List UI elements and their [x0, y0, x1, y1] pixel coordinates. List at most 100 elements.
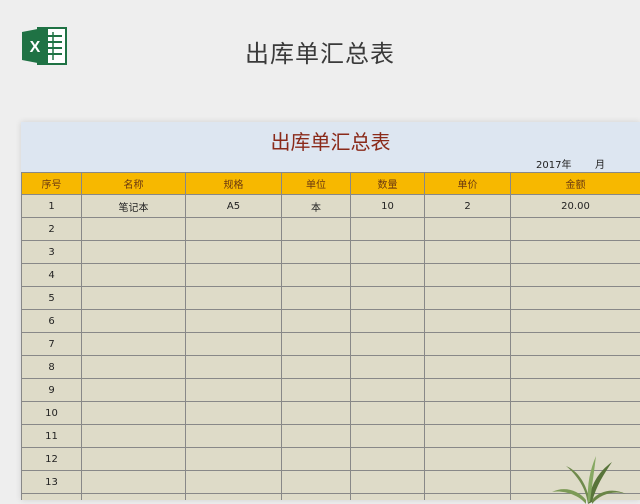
table-cell[interactable]: [351, 264, 425, 287]
table-cell[interactable]: A5: [186, 195, 282, 218]
table-cell[interactable]: [82, 471, 186, 494]
table-cell[interactable]: [351, 402, 425, 425]
table-cell[interactable]: [282, 218, 351, 241]
table-cell[interactable]: [82, 310, 186, 333]
table-cell[interactable]: [425, 379, 511, 402]
table-cell[interactable]: 2: [425, 195, 511, 218]
table-cell[interactable]: [282, 241, 351, 264]
table-cell[interactable]: [186, 494, 282, 501]
column-header[interactable]: 规格: [186, 173, 282, 195]
table-cell[interactable]: [82, 264, 186, 287]
table-cell[interactable]: [282, 494, 351, 501]
table-cell[interactable]: [82, 425, 186, 448]
table-cell[interactable]: [186, 287, 282, 310]
table-cell[interactable]: [186, 425, 282, 448]
table-cell[interactable]: [186, 379, 282, 402]
table-cell[interactable]: [82, 494, 186, 501]
table-cell[interactable]: [82, 356, 186, 379]
table-cell[interactable]: 11: [22, 425, 82, 448]
table-cell[interactable]: [186, 218, 282, 241]
table-cell[interactable]: [82, 379, 186, 402]
table-cell[interactable]: [425, 471, 511, 494]
table-cell[interactable]: [511, 379, 640, 402]
table-cell[interactable]: [351, 218, 425, 241]
table-cell[interactable]: [351, 425, 425, 448]
table-cell[interactable]: [351, 310, 425, 333]
table-cell[interactable]: 9: [22, 379, 82, 402]
column-header[interactable]: 单位: [282, 173, 351, 195]
column-header[interactable]: 名称: [82, 173, 186, 195]
table-cell[interactable]: 3: [22, 241, 82, 264]
table-cell[interactable]: [186, 402, 282, 425]
table-cell[interactable]: 14: [22, 494, 82, 501]
table-cell[interactable]: [425, 356, 511, 379]
table-cell[interactable]: [351, 333, 425, 356]
table-cell[interactable]: [425, 264, 511, 287]
table-cell[interactable]: 12: [22, 448, 82, 471]
table-cell[interactable]: [82, 448, 186, 471]
table-cell[interactable]: [425, 425, 511, 448]
table-cell[interactable]: 6: [22, 310, 82, 333]
table-cell[interactable]: 5: [22, 287, 82, 310]
table-cell[interactable]: [282, 310, 351, 333]
table-cell[interactable]: [82, 287, 186, 310]
table-cell[interactable]: [282, 402, 351, 425]
table-cell[interactable]: [186, 471, 282, 494]
table-cell[interactable]: [511, 241, 640, 264]
table-cell[interactable]: [282, 333, 351, 356]
table-cell[interactable]: 2: [22, 218, 82, 241]
table-cell[interactable]: [82, 402, 186, 425]
table-cell[interactable]: [351, 379, 425, 402]
table-cell[interactable]: [186, 241, 282, 264]
table-cell[interactable]: [282, 471, 351, 494]
table-cell[interactable]: [511, 402, 640, 425]
table-cell[interactable]: 本: [282, 195, 351, 218]
table-cell[interactable]: [511, 310, 640, 333]
table-cell[interactable]: [511, 425, 640, 448]
column-header[interactable]: 金额: [511, 173, 640, 195]
table-cell[interactable]: [425, 402, 511, 425]
table-cell[interactable]: 7: [22, 333, 82, 356]
table-cell[interactable]: 1: [22, 195, 82, 218]
table-cell[interactable]: [186, 356, 282, 379]
table-cell[interactable]: [282, 425, 351, 448]
table-cell[interactable]: [82, 333, 186, 356]
table-cell[interactable]: [82, 218, 186, 241]
table-cell[interactable]: 13: [22, 471, 82, 494]
table-cell[interactable]: [425, 333, 511, 356]
table-cell[interactable]: [351, 287, 425, 310]
table-cell[interactable]: [425, 494, 511, 501]
table-cell[interactable]: [425, 287, 511, 310]
table-cell[interactable]: [82, 241, 186, 264]
column-header[interactable]: 单价: [425, 173, 511, 195]
table-cell[interactable]: 4: [22, 264, 82, 287]
table-cell[interactable]: [351, 356, 425, 379]
table-cell[interactable]: [511, 218, 640, 241]
table-cell[interactable]: [351, 241, 425, 264]
table-cell[interactable]: [425, 218, 511, 241]
column-header[interactable]: 序号: [22, 173, 82, 195]
table-cell[interactable]: [186, 310, 282, 333]
table-cell[interactable]: 笔记本: [82, 195, 186, 218]
table-cell[interactable]: [511, 287, 640, 310]
table-cell[interactable]: [186, 448, 282, 471]
table-cell[interactable]: [186, 333, 282, 356]
table-cell[interactable]: [186, 264, 282, 287]
table-cell[interactable]: [425, 310, 511, 333]
table-cell[interactable]: [282, 287, 351, 310]
table-cell[interactable]: [425, 241, 511, 264]
column-header[interactable]: 数量: [351, 173, 425, 195]
table-cell[interactable]: 20.00: [511, 195, 640, 218]
table-cell[interactable]: [511, 356, 640, 379]
table-cell[interactable]: [511, 333, 640, 356]
table-cell[interactable]: 10: [351, 195, 425, 218]
table-cell[interactable]: [282, 379, 351, 402]
table-cell[interactable]: [282, 264, 351, 287]
table-cell[interactable]: 8: [22, 356, 82, 379]
table-cell[interactable]: [425, 448, 511, 471]
table-cell[interactable]: [351, 494, 425, 501]
table-cell[interactable]: [511, 264, 640, 287]
table-cell[interactable]: [282, 356, 351, 379]
table-cell[interactable]: [282, 448, 351, 471]
table-cell[interactable]: [351, 471, 425, 494]
